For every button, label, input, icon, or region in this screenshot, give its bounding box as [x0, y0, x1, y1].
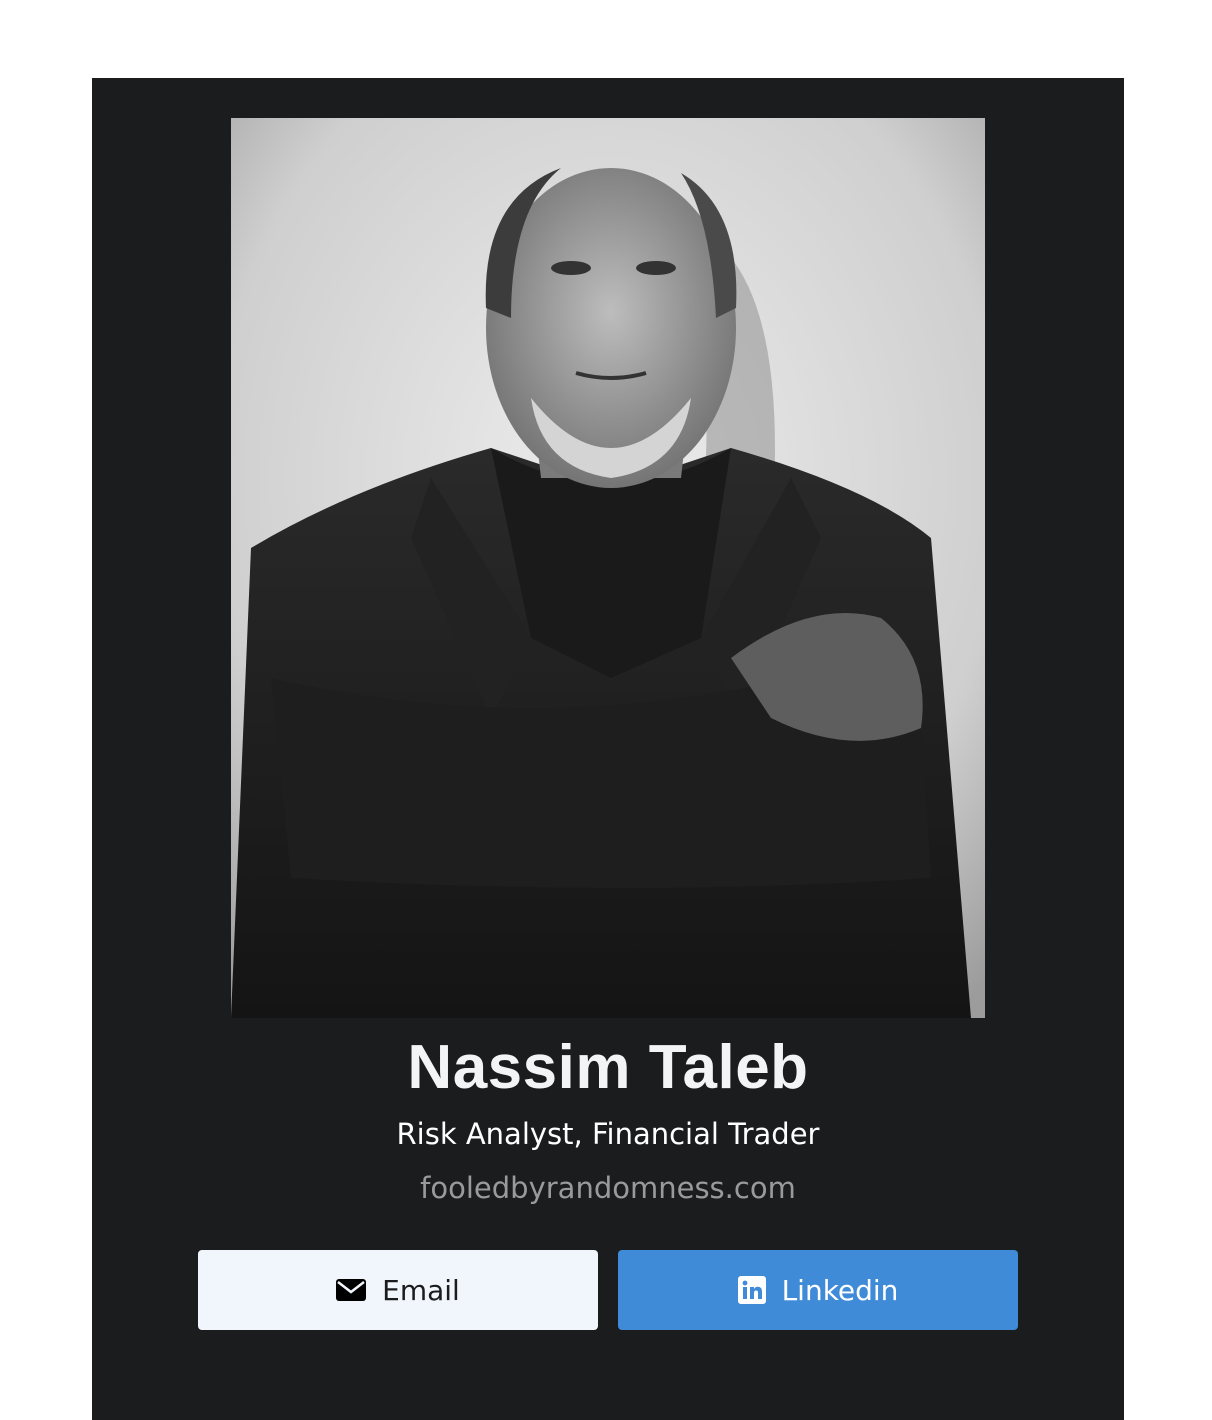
email-button-label: Email: [382, 1273, 460, 1307]
portrait-image: [231, 118, 985, 1018]
profile-website-link[interactable]: fooledbyrandomness.com: [92, 1168, 1124, 1208]
profile-card: Nassim Taleb Risk Analyst, Financial Tra…: [92, 78, 1124, 1420]
profile-title: Risk Analyst, Financial Trader: [396, 1117, 820, 1151]
email-button[interactable]: Email: [198, 1250, 598, 1330]
envelope-icon: [336, 1279, 367, 1301]
profile-name: Nassim Taleb: [407, 1033, 809, 1102]
profile-photo: [231, 118, 985, 1018]
linkedin-button[interactable]: Linkedin: [618, 1250, 1018, 1330]
linkedin-icon: [737, 1276, 766, 1304]
linkedin-button-label: Linkedin: [781, 1273, 899, 1307]
